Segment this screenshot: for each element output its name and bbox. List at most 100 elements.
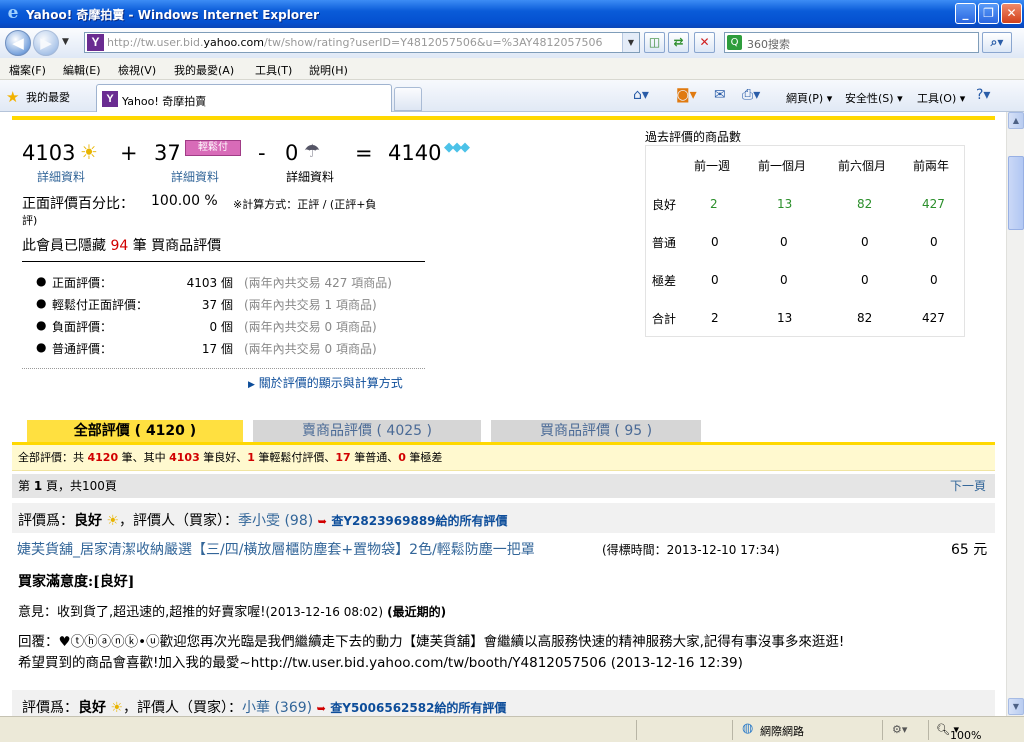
forward-button[interactable]: ▶ xyxy=(33,30,59,56)
favorites-button[interactable]: 我的最愛 xyxy=(26,89,70,105)
page-content: 4103 ☀ + 37 輕鬆付 - 0 ☂ = 4140 ◆◆◆ 詳細資料 詳細… xyxy=(0,112,1006,716)
history-cell: 0 xyxy=(711,273,719,287)
safety-menu-button[interactable]: 安全性(S) ▾ xyxy=(845,90,903,106)
refresh-icon[interactable]: ⇄ xyxy=(668,32,689,53)
favorites-bar: ★ 我的最愛 Y Yahoo! 奇摩拍賣 ⌂▾ ◙▾ ✉ ⎙▾ 網頁(P) ▾ … xyxy=(0,80,1024,112)
home-icon[interactable]: ⌂▾ xyxy=(633,87,649,103)
address-bar[interactable]: Y http://tw.user.bid.yahoo.com/tw/show/r… xyxy=(84,32,640,53)
review-product-row: 婕芙貨舖_居家清潔收納嚴選【三/四/橫放層櫃防塵套+置物袋】2色/輕鬆防塵一把罩… xyxy=(12,533,995,561)
breakdown-note: (兩年內共交易 1 項商品) xyxy=(244,298,377,312)
positive-detail-link[interactable]: 詳細資料 xyxy=(37,168,85,185)
tab-buy-ratings[interactable]: 買商品評價 ( 95 ) xyxy=(491,420,701,443)
history-cell: 2 xyxy=(711,311,719,325)
help-icon[interactable]: ?▾ xyxy=(976,87,990,103)
diamond-icon: ◆◆◆ xyxy=(444,140,470,155)
feeds-icon[interactable]: ◙▾ xyxy=(676,87,697,103)
rating-summary: 全部評價：共 4120 筆、其中 4103 筆良好、1 筆輕鬆付評價、17 筆普… xyxy=(12,445,995,471)
page-menu-button[interactable]: 網頁(P) ▾ xyxy=(786,90,832,106)
deal-time: (得標時間：2013-12-10 17:34) xyxy=(602,543,780,557)
review-opinion: 意見：收到貨了,超迅速的,超推的好賣家喔!(2013-12-16 08:02) … xyxy=(18,605,447,620)
history-cell: 0 xyxy=(930,273,938,287)
maximize-button[interactable]: ❐ xyxy=(978,3,999,24)
rater-all-ratings-link[interactable]: 查Y5006562582給的所有評價 xyxy=(330,701,506,715)
search-box[interactable]: Q 360搜索 xyxy=(724,32,979,53)
menu-help[interactable]: 說明(H) xyxy=(309,62,348,78)
ie-logo-icon: e xyxy=(7,3,19,23)
tab-yahoo-auction[interactable]: Y Yahoo! 奇摩拍賣 xyxy=(96,84,392,112)
percent-label: 正面評價百分比： xyxy=(22,196,134,212)
plus-sign: + xyxy=(120,141,138,165)
stop-icon[interactable]: ✕ xyxy=(694,32,715,53)
history-row-label: 極差 xyxy=(652,274,677,288)
security-zone: 網際網路 xyxy=(760,725,804,738)
globe-icon: ◍ xyxy=(742,721,754,736)
tab-sell-ratings[interactable]: 賣商品評價 ( 4025 ) xyxy=(253,420,481,443)
negative-detail-link[interactable]: 詳細資料 xyxy=(286,168,334,185)
breakdown-note: (兩年內共交易 427 項商品) xyxy=(244,276,392,290)
sun-icon: ☀ xyxy=(80,140,98,164)
menu-view[interactable]: 檢視(V) xyxy=(118,62,156,78)
sun-icon: ☀ xyxy=(110,700,124,716)
scroll-up-icon[interactable]: ▲ xyxy=(1008,112,1024,129)
history-table: 前一週 前一個月 前六個月 前兩年 良好 2 13 82 427 普通 0 0 … xyxy=(645,145,965,337)
rater-link[interactable]: 小華 xyxy=(242,700,270,716)
close-button[interactable]: ✕ xyxy=(1001,3,1022,24)
new-tab-button[interactable] xyxy=(394,87,422,111)
compatibility-icon[interactable]: ◫ xyxy=(644,32,665,53)
history-cell: 13 xyxy=(777,311,793,325)
protected-mode-icon[interactable]: ⚙▾ xyxy=(892,723,907,736)
rater-score[interactable]: (98) xyxy=(284,513,313,529)
scroll-thumb[interactable] xyxy=(1008,156,1024,230)
rater-all-ratings-link[interactable]: 查Y2823969889給的所有評價 xyxy=(331,514,507,528)
tab-all-ratings[interactable]: 全部評價 ( 4120 ) xyxy=(27,420,243,443)
history-cell: 0 xyxy=(861,273,869,287)
rater-link[interactable]: 季小雯 xyxy=(238,513,280,529)
minus-sign: - xyxy=(258,141,266,165)
dotted-divider xyxy=(22,368,425,369)
status-divider xyxy=(636,720,637,740)
rain-cloud-icon: ☂ xyxy=(304,141,321,162)
menu-file[interactable]: 檔案(F) xyxy=(9,62,46,78)
next-page-link[interactable]: 下一頁 xyxy=(950,474,986,498)
minimize-button[interactable]: _ xyxy=(955,3,976,24)
rater-score[interactable]: (369) xyxy=(274,700,312,716)
history-cell: 0 xyxy=(780,273,788,287)
menu-favorites[interactable]: 我的最愛(A) xyxy=(174,62,234,78)
address-url[interactable]: http://tw.user.bid.yahoo.com/tw/show/rat… xyxy=(107,36,603,49)
history-cell: 82 xyxy=(857,197,873,211)
total-score: 4140 xyxy=(388,141,442,165)
history-row-label: 合計 xyxy=(652,312,677,326)
history-cell: 427 xyxy=(922,197,945,211)
scroll-down-icon[interactable]: ▼ xyxy=(1008,698,1024,715)
history-header: 前一週 xyxy=(694,159,731,173)
about-rating-link[interactable]: ▶ 關於評價的顯示與計算方式 xyxy=(248,374,403,391)
vertical-scrollbar[interactable]: ▲ ▼ xyxy=(1006,112,1024,716)
equals-sign: = xyxy=(355,141,373,165)
history-dropdown-icon[interactable]: ▼ xyxy=(62,37,69,47)
positive-score: 4103 xyxy=(22,141,76,165)
history-row-label: 普通 xyxy=(652,236,677,250)
tools-menu-button[interactable]: 工具(O) ▾ xyxy=(917,90,965,106)
search-input[interactable]: 360搜索 xyxy=(747,36,790,52)
zoom-level[interactable]: 🔍︎ 100% ▾ xyxy=(936,723,981,742)
menu-tools[interactable]: 工具(T) xyxy=(255,62,292,78)
menu-edit[interactable]: 編輯(E) xyxy=(63,62,101,78)
percent-note: ※計算方式：正評 / (正評+負 xyxy=(233,198,377,211)
breakdown-label: 輕鬆付正面評價： xyxy=(52,298,149,312)
status-divider xyxy=(882,720,883,740)
product-link[interactable]: 婕芙貨舖_居家清潔收納嚴選【三/四/橫放層櫃防塵套+置物袋】2色/輕鬆防塵一把罩 xyxy=(17,539,535,559)
print-icon[interactable]: ⎙▾ xyxy=(742,87,760,103)
top-divider xyxy=(12,116,995,120)
navigation-bar: ◀ ▶ ▼ Y http://tw.user.bid.yahoo.com/tw/… xyxy=(0,28,1024,58)
window-title: Yahoo! 奇摩拍賣 - Windows Internet Explorer xyxy=(26,8,320,22)
history-cell: 0 xyxy=(711,235,719,249)
favorites-star-icon[interactable]: ★ xyxy=(6,88,19,106)
breakdown-note: (兩年內共交易 0 項商品) xyxy=(244,320,377,334)
mail-icon[interactable]: ✉ xyxy=(714,87,726,103)
back-button[interactable]: ◀ xyxy=(5,30,31,56)
search-icon[interactable]: ⌕▾ xyxy=(982,32,1012,53)
easypay-score: 37 xyxy=(154,141,181,165)
address-dropdown-icon[interactable]: ▼ xyxy=(622,33,639,52)
easypay-detail-link[interactable]: 詳細資料 xyxy=(171,168,219,185)
breakdown-count: 37 個 xyxy=(201,298,233,312)
